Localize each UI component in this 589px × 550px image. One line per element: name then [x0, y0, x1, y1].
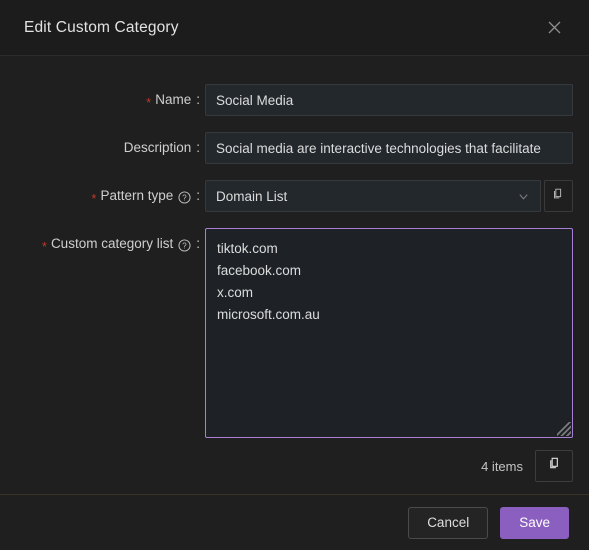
label-colon: : — [196, 92, 200, 107]
items-row: 4 items — [205, 450, 573, 482]
custom-category-list-label-text: Custom category list — [50, 236, 174, 251]
copy-list-button[interactable] — [535, 450, 573, 482]
name-label: * Name : — [0, 84, 205, 116]
list-item: tiktok.com — [217, 241, 278, 256]
label-colon: : — [196, 140, 200, 155]
close-icon[interactable] — [539, 13, 569, 43]
description-field-area — [205, 132, 573, 164]
form-row-name: * Name : — [0, 84, 573, 116]
form-row-pattern-type: * Pattern type ? : Domain List — [0, 180, 573, 212]
dialog-footer: Cancel Save — [0, 494, 589, 550]
svg-text:?: ? — [183, 241, 188, 250]
label-colon: : — [196, 188, 200, 203]
chevron-down-icon — [517, 190, 530, 203]
pattern-type-select-wrap: Domain List — [205, 180, 573, 212]
copy-icon — [551, 187, 565, 206]
description-label-text: Description — [123, 140, 192, 155]
pattern-type-value: Domain List — [216, 188, 288, 204]
custom-category-list-field-area: tiktok.com facebook.com x.com microsoft.… — [205, 228, 573, 482]
cancel-button[interactable]: Cancel — [408, 506, 489, 539]
list-item: microsoft.com.au — [217, 307, 320, 322]
name-field-area — [205, 84, 573, 116]
edit-custom-category-dialog: Edit Custom Category * Name : Descriptio… — [0, 0, 589, 550]
textarea-resize-handle[interactable] — [557, 422, 571, 436]
pattern-type-select[interactable]: Domain List — [205, 180, 541, 212]
description-input[interactable] — [205, 132, 573, 164]
required-marker: * — [41, 238, 47, 254]
form-row-description: Description : — [0, 132, 573, 164]
dialog-body: * Name : Description : * Pattern type — [0, 56, 589, 494]
label-colon: : — [196, 236, 200, 251]
name-label-text: Name — [155, 92, 192, 107]
name-input[interactable] — [205, 84, 573, 116]
custom-category-list-textarea[interactable]: tiktok.com facebook.com x.com microsoft.… — [205, 228, 573, 438]
pattern-type-label: * Pattern type ? : — [0, 180, 205, 212]
help-circle-icon[interactable]: ? — [178, 238, 191, 252]
list-item: facebook.com — [217, 263, 302, 278]
custom-category-list-label: * Custom category list ? : — [0, 228, 205, 260]
required-marker: * — [91, 190, 97, 206]
dialog-title: Edit Custom Category — [24, 18, 179, 36]
items-count-label: 4 items — [481, 458, 523, 474]
dialog-header: Edit Custom Category — [0, 0, 589, 56]
pattern-type-label-text: Pattern type — [100, 188, 174, 203]
required-marker: * — [146, 94, 152, 110]
list-item: x.com — [217, 285, 254, 300]
svg-text:?: ? — [183, 193, 188, 202]
help-circle-icon[interactable]: ? — [178, 190, 191, 204]
description-label: Description : — [0, 132, 205, 164]
copy-icon — [547, 456, 562, 476]
save-button[interactable]: Save — [500, 506, 569, 539]
form-row-custom-category-list: * Custom category list ? : tiktok.com fa… — [0, 228, 573, 482]
pattern-type-field-area: Domain List — [205, 180, 573, 212]
copy-pattern-type-button[interactable] — [543, 180, 573, 212]
